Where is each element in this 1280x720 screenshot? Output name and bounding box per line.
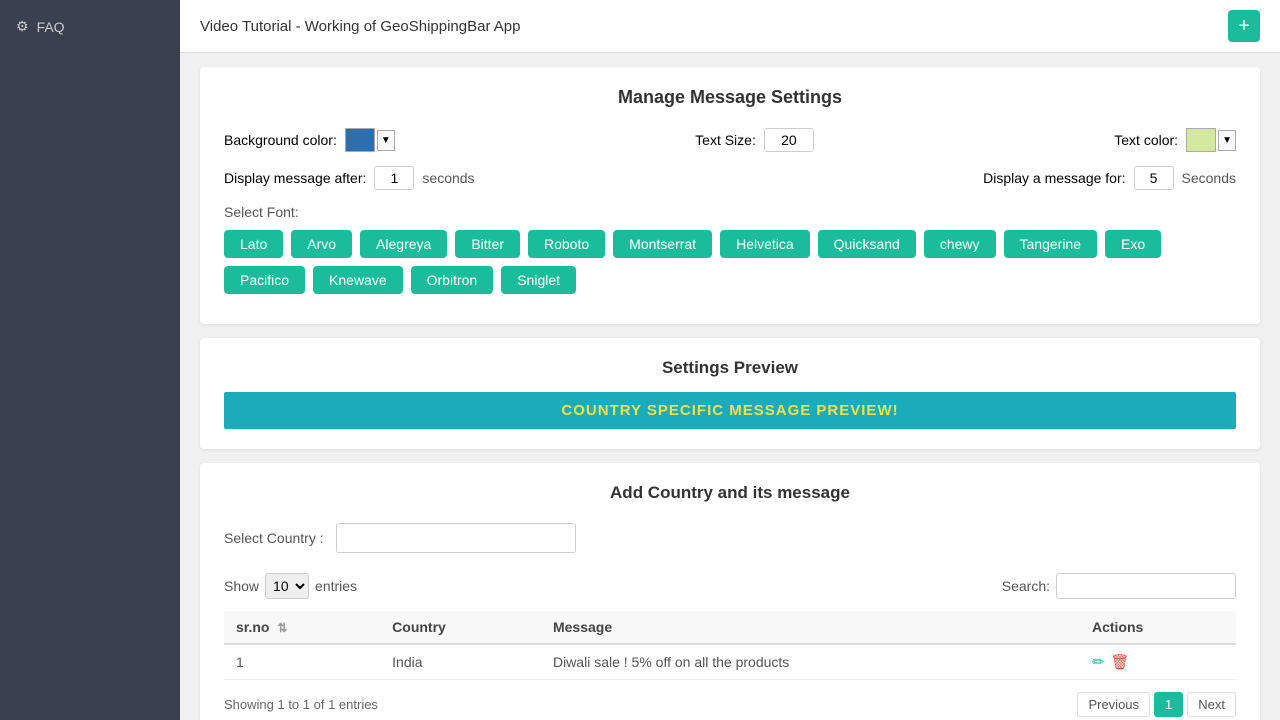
search-input[interactable] bbox=[1056, 573, 1236, 599]
text-size-group: Text Size: bbox=[695, 128, 814, 152]
pagination: Previous 1 Next bbox=[1077, 692, 1236, 717]
font-btn-exo[interactable]: Exo bbox=[1105, 230, 1161, 258]
font-buttons-container: Lato Arvo Alegreya Bitter Roboto Montserrat He… bbox=[224, 230, 1236, 294]
text-color-box[interactable] bbox=[1186, 128, 1216, 152]
font-section: Select Font: Lato Arvo Alegreya Bitter Robot… bbox=[224, 204, 1236, 294]
delete-icon[interactable]: 🗑 bbox=[1111, 653, 1130, 671]
search-label: Search: bbox=[1002, 578, 1050, 594]
previous-button[interactable]: Previous bbox=[1077, 692, 1150, 717]
col-message: Message bbox=[541, 611, 1080, 644]
cell-message: Diwali sale ! 5% off on all the products bbox=[541, 644, 1080, 680]
font-btn-sniglet[interactable]: Sniglet bbox=[501, 266, 576, 294]
preview-card: Settings Preview COUNTRY SPECIFIC MESSAG… bbox=[200, 338, 1260, 449]
edit-icon[interactable]: ✏ bbox=[1092, 653, 1105, 671]
add-button[interactable]: + bbox=[1228, 10, 1260, 42]
add-country-card: Add Country and its message Select Count… bbox=[200, 463, 1260, 720]
show-label: Show bbox=[224, 578, 259, 594]
text-size-label: Text Size: bbox=[695, 132, 756, 148]
sidebar-item-faq[interactable]: ⚙ FAQ bbox=[0, 10, 180, 43]
entries-label: entries bbox=[315, 578, 357, 594]
font-btn-orbitron[interactable]: Orbitron bbox=[411, 266, 494, 294]
settings-row-2: Display message after: seconds Display a… bbox=[224, 166, 1236, 190]
color-picker[interactable]: ▼ bbox=[345, 128, 395, 152]
header-bar: Video Tutorial - Working of GeoShippingB… bbox=[180, 0, 1280, 53]
message-settings-title: Manage Message Settings bbox=[224, 87, 1236, 108]
col-srno: sr.no ⇅ bbox=[224, 611, 380, 644]
country-table: sr.no ⇅ Country Message Actions 1 India … bbox=[224, 611, 1236, 680]
font-btn-alegreya[interactable]: Alegreya bbox=[360, 230, 447, 258]
message-settings-card: Manage Message Settings Background color… bbox=[200, 67, 1260, 324]
font-btn-bitter[interactable]: Bitter bbox=[455, 230, 520, 258]
page-1-button[interactable]: 1 bbox=[1154, 692, 1183, 717]
display-for-input[interactable] bbox=[1134, 166, 1174, 190]
bg-color-arrow[interactable]: ▼ bbox=[377, 130, 395, 151]
text-size-input[interactable] bbox=[764, 128, 814, 152]
font-btn-roboto[interactable]: Roboto bbox=[528, 230, 605, 258]
text-color-label: Text color: bbox=[1114, 132, 1178, 148]
display-for-label: Display a message for: bbox=[983, 170, 1125, 186]
font-btn-arvo[interactable]: Arvo bbox=[291, 230, 352, 258]
gear-icon: ⚙ bbox=[16, 18, 29, 35]
text-color-group: Text color: ▼ bbox=[1114, 128, 1236, 152]
bg-color-group: Background color: ▼ bbox=[224, 128, 395, 152]
bg-color-label: Background color: bbox=[224, 132, 337, 148]
font-section-label: Select Font: bbox=[224, 204, 1236, 220]
table-footer: Showing 1 to 1 of 1 entries Previous 1 N… bbox=[224, 692, 1236, 717]
display-for-unit: Seconds bbox=[1182, 170, 1236, 186]
font-btn-helvetica[interactable]: Helvetica bbox=[720, 230, 810, 258]
table-controls: Show 10 25 50 entries Search: bbox=[224, 573, 1236, 599]
cell-country: India bbox=[380, 644, 541, 680]
col-actions: Actions bbox=[1080, 611, 1236, 644]
settings-row-1: Background color: ▼ Text Size: Text colo… bbox=[224, 128, 1236, 152]
action-icons: ✏ 🗑 bbox=[1092, 653, 1224, 671]
font-btn-tangerine[interactable]: Tangerine bbox=[1004, 230, 1098, 258]
col-country: Country bbox=[380, 611, 541, 644]
select-country-label: Select Country : bbox=[224, 530, 324, 546]
cell-actions: ✏ 🗑 bbox=[1080, 644, 1236, 680]
display-after-group: Display message after: seconds bbox=[224, 166, 475, 190]
preview-title: Settings Preview bbox=[224, 358, 1236, 378]
font-btn-chewy[interactable]: chewy bbox=[924, 230, 996, 258]
display-after-unit: seconds bbox=[422, 170, 474, 186]
table-row: 1 India Diwali sale ! 5% off on all the … bbox=[224, 644, 1236, 680]
text-color-picker[interactable]: ▼ bbox=[1186, 128, 1236, 152]
showing-text: Showing 1 to 1 of 1 entries bbox=[224, 697, 378, 712]
text-color-arrow[interactable]: ▼ bbox=[1218, 130, 1236, 151]
next-button[interactable]: Next bbox=[1187, 692, 1236, 717]
display-for-group: Display a message for: Seconds bbox=[983, 166, 1236, 190]
search-row: Search: bbox=[1002, 573, 1236, 599]
font-btn-lato[interactable]: Lato bbox=[224, 230, 283, 258]
font-btn-knewave[interactable]: Knewave bbox=[313, 266, 403, 294]
table-header-row: sr.no ⇅ Country Message Actions bbox=[224, 611, 1236, 644]
cell-srno: 1 bbox=[224, 644, 380, 680]
add-country-title: Add Country and its message bbox=[224, 483, 1236, 503]
entries-select[interactable]: 10 25 50 bbox=[265, 573, 309, 599]
font-btn-montserrat[interactable]: Montserrat bbox=[613, 230, 712, 258]
show-entries-group: Show 10 25 50 entries bbox=[224, 573, 357, 599]
main-content: Video Tutorial - Working of GeoShippingB… bbox=[180, 0, 1280, 720]
bg-color-box[interactable] bbox=[345, 128, 375, 152]
sidebar: ⚙ FAQ bbox=[0, 0, 180, 720]
header-title: Video Tutorial - Working of GeoShippingB… bbox=[200, 18, 520, 35]
select-country-row: Select Country : bbox=[224, 523, 1236, 553]
sidebar-item-faq-label: FAQ bbox=[37, 19, 65, 35]
display-after-input[interactable] bbox=[374, 166, 414, 190]
country-select-input[interactable] bbox=[336, 523, 576, 553]
preview-bar: COUNTRY SPECIFIC MESSAGE PREVIEW! bbox=[224, 392, 1236, 429]
font-btn-quicksand[interactable]: Quicksand bbox=[818, 230, 916, 258]
sort-icon-srno: ⇅ bbox=[277, 621, 287, 635]
font-btn-pacifico[interactable]: Pacifico bbox=[224, 266, 305, 294]
display-after-label: Display message after: bbox=[224, 170, 366, 186]
